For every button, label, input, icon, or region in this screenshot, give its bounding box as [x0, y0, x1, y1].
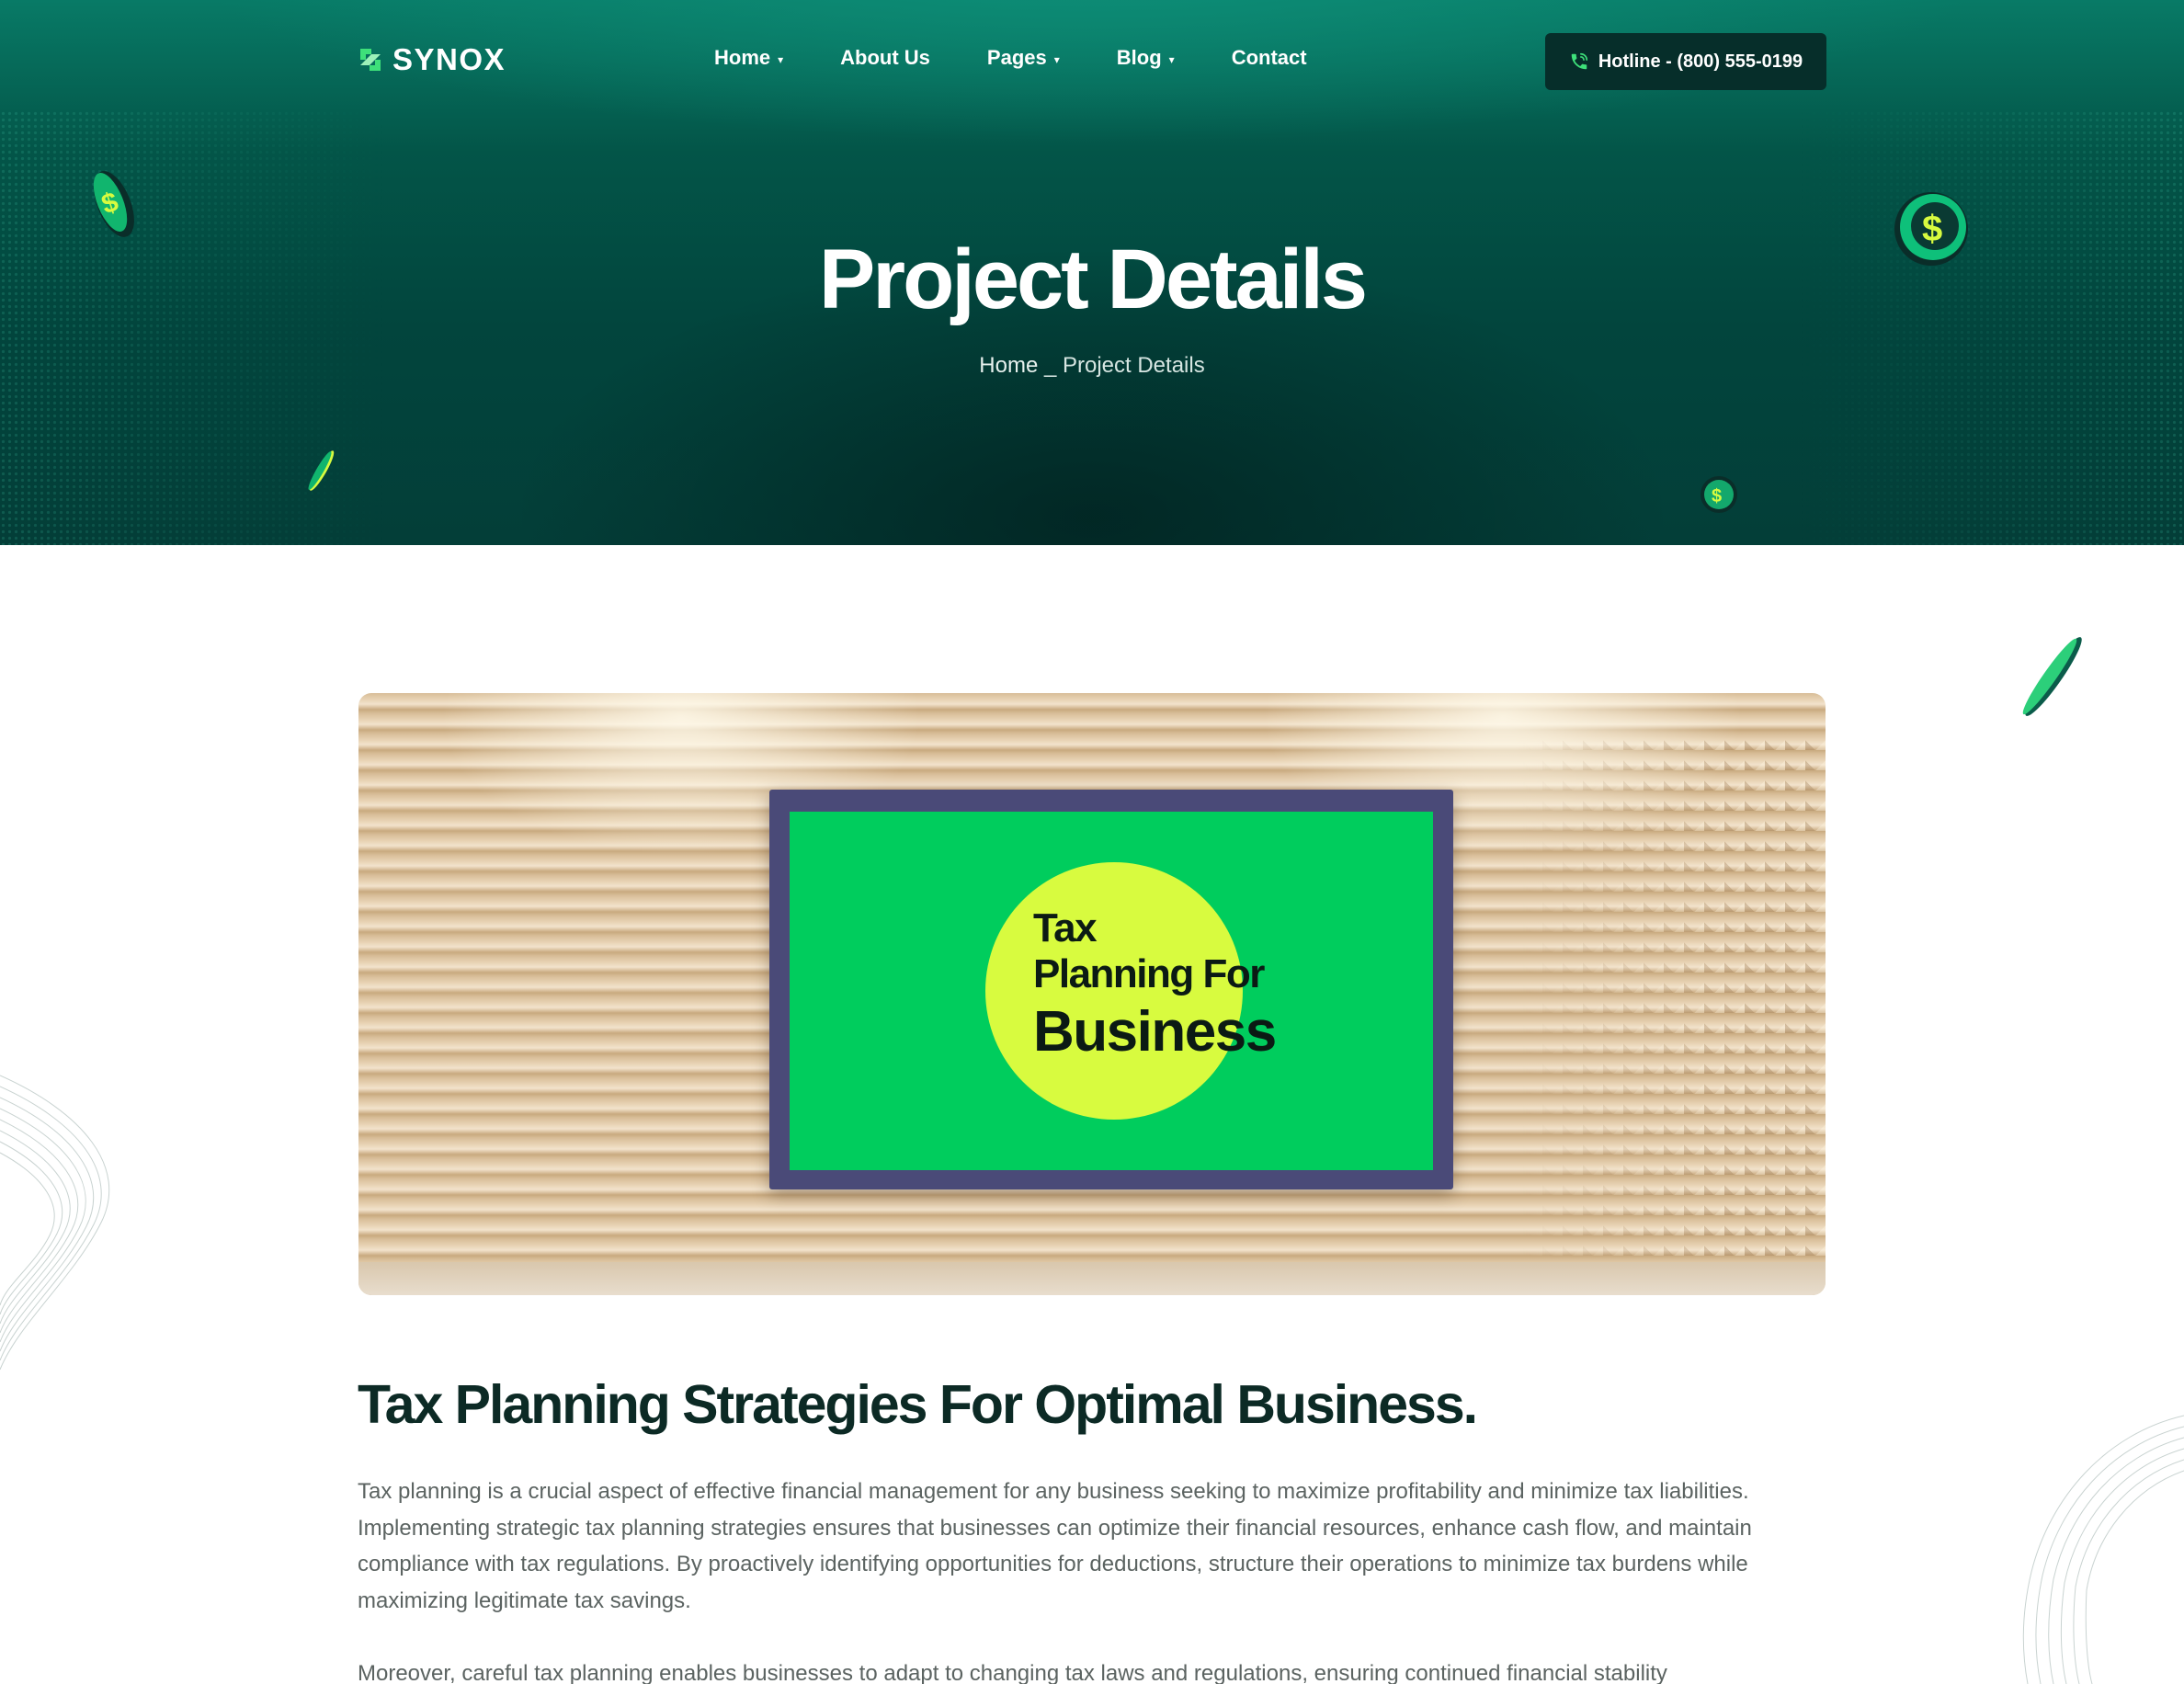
nav-item-home-label: Home [714, 46, 771, 69]
breadcrumb-home-link[interactable]: Home [979, 353, 1038, 378]
breadcrumb: Home _ Project Details [0, 353, 2184, 379]
svg-text:$: $ [1712, 486, 1722, 506]
hotline-button[interactable]: Hotline - (800) 555-0199 [1545, 33, 1826, 90]
decorative-wave-right [2022, 1415, 2184, 1684]
svg-text:$: $ [1922, 209, 1942, 249]
tv-frame: Tax Planning For Business [769, 790, 1453, 1189]
screen-text: Tax Planning For Business [1033, 905, 1277, 1064]
main-nav: Home ▾ About Us Pages ▾ Blog ▾ Contact [714, 46, 1364, 70]
nav-item-blog-label: Blog [1116, 46, 1162, 69]
breadcrumb-separator: _ [1038, 353, 1063, 378]
floating-coin-icon [2022, 637, 2082, 716]
chevron-down-icon: ▾ [1168, 52, 1175, 66]
brand-name: SYNOX [392, 42, 506, 76]
floor [358, 1262, 1826, 1295]
screen-line-2: Planning For [1033, 951, 1265, 996]
nav-item-about-us-label: About Us [840, 46, 930, 69]
article-title: Tax Planning Strategies For Optimal Busi… [358, 1374, 1478, 1435]
breadcrumb-current: Project Details [1062, 353, 1205, 378]
floating-coin-icon: $ [1701, 476, 1737, 513]
chevron-down-icon: ▾ [778, 52, 784, 66]
nav-item-about-us[interactable]: About Us [840, 46, 930, 70]
synox-logo-icon [360, 49, 381, 71]
nav-item-contact[interactable]: Contact [1232, 46, 1307, 70]
tv-screen: Tax Planning For Business [790, 812, 1433, 1170]
nav-item-home[interactable]: Home ▾ [714, 46, 783, 70]
phone-icon [1571, 52, 1587, 70]
floating-coin-icon: $ [93, 171, 134, 237]
project-image: Tax Planning For Business [358, 693, 1826, 1295]
nav-item-blog[interactable]: Blog ▾ [1117, 46, 1175, 70]
brand-logo[interactable]: SYNOX [358, 42, 506, 77]
chevron-down-icon: ▾ [1053, 52, 1060, 66]
screen-line-1: Tax [1033, 905, 1098, 950]
page-hero: SYNOX Home ▾ About Us Pages ▾ Blog ▾ Con… [0, 0, 2184, 545]
floating-coin-icon: $ [1894, 192, 1968, 266]
floating-coin-icon [308, 450, 335, 491]
nav-item-pages-label: Pages [986, 46, 1047, 69]
screen-line-3: Business [1033, 1000, 1277, 1064]
hotline-label: Hotline - (800) 555-0199 [1598, 51, 1803, 72]
nav-item-contact-label: Contact [1231, 46, 1307, 69]
article-paragraph: Tax planning is a crucial aspect of effe… [358, 1479, 1752, 1613]
decorative-wave-left [0, 1075, 110, 1371]
wall-pattern [1522, 730, 1826, 1263]
article-paragraph: Moreover, careful tax planning enables b… [358, 1661, 1667, 1684]
page-title: Project Details [818, 233, 1368, 326]
nav-item-pages[interactable]: Pages ▾ [987, 46, 1060, 70]
